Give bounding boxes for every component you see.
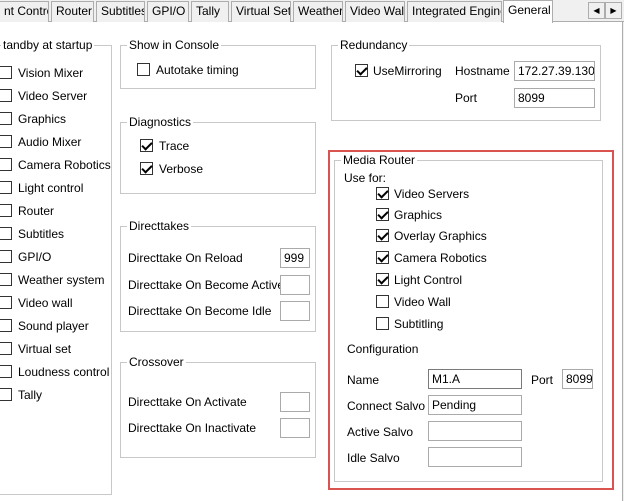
standby-virtual-set-label: Virtual set [18,342,72,356]
standby-subtitles-checkbox[interactable] [0,227,12,240]
tab-event-control[interactable]: nt Control [0,1,49,22]
tab-subtitles[interactable]: Subtitles [96,1,145,22]
standby-vision-mixer-checkbox[interactable] [0,66,12,79]
standby-video-wall-checkbox[interactable] [0,296,12,309]
tab-general[interactable]: General [503,0,553,23]
trace-checkbox[interactable] [140,139,153,152]
standby-group-title: tandby at startup [1,38,95,52]
directtakes-title: Directtakes [127,219,192,233]
tab-tally[interactable]: Tally [191,1,229,22]
standby-camera-robotics-checkbox[interactable] [0,158,12,171]
highlight-box [328,150,614,490]
directtake-on-reload-label: Directtake On Reload [128,251,243,265]
autotake-timing-checkbox[interactable] [137,63,150,76]
standby-audio-mixer-checkbox[interactable] [0,135,12,148]
standby-loudness-control-label: Loudness control [18,365,110,379]
standby-graphics-label: Graphics [18,112,67,126]
tab-router[interactable]: Router [51,1,94,22]
tab-virtual-set[interactable]: Virtual Set [231,1,291,22]
standby-tally-label: Tally [18,388,43,402]
directtake-on-activate-input[interactable] [280,392,310,412]
directtake-on-inactivate-label: Directtake On Inactivate [128,421,257,435]
standby-light-control-checkbox[interactable] [0,181,12,194]
use-mirroring-checkbox[interactable] [355,64,368,77]
standby-sound-player-label: Sound player [18,319,89,333]
standby-vision-mixer-label: Vision Mixer [18,66,84,80]
redundancy-group: Redundancy [331,38,601,121]
tab-scroll-right-button[interactable]: ▶ [605,2,622,19]
standby-virtual-set-checkbox[interactable] [0,342,12,355]
standby-weather-system-label: Weather system [18,273,105,287]
directtake-on-reload-input[interactable]: 999 [280,248,310,268]
standby-router-checkbox[interactable] [0,204,12,217]
standby-gpi-o-label: GPI/O [18,250,52,264]
trace-label: Trace [159,139,190,153]
hostname-label: Hostname [455,64,510,78]
crossover-title: Crossover [127,355,186,369]
verbose-checkbox[interactable] [140,162,153,175]
tab-integrated-engine[interactable]: Integrated Engine [407,1,502,22]
diagnostics-title: Diagnostics [127,115,194,129]
standby-subtitles-label: Subtitles [18,227,65,241]
redundancy-port-input[interactable]: 8099 [514,88,595,108]
redundancy-port-label: Port [455,91,478,105]
standby-video-wall-label: Video wall [18,296,73,310]
standby-gpi-o-checkbox[interactable] [0,250,12,263]
tab-weather[interactable]: Weather [293,1,343,22]
standby-video-server-checkbox[interactable] [0,89,12,102]
standby-router-label: Router [18,204,55,218]
arrow-right-icon: ▶ [610,6,617,15]
diagnostics-group: Diagnostics [120,115,316,194]
standby-tally-checkbox[interactable] [0,388,12,401]
directtake-on-inactivate-input[interactable] [280,418,310,438]
tab-scroll-left-button[interactable]: ◀ [588,2,605,19]
standby-graphics-checkbox[interactable] [0,112,12,125]
standby-video-server-label: Video Server [18,89,88,103]
use-mirroring-label: UseMirroring [373,64,442,78]
directtake-on-become-idle-input[interactable] [280,301,310,321]
tab-gpio[interactable]: GPI/O [147,1,189,22]
standby-audio-mixer-label: Audio Mixer [18,135,82,149]
verbose-label: Verbose [159,162,204,176]
standby-camera-robotics-label: Camera Robotics [18,158,111,172]
show-in-console-title: Show in Console [127,38,222,52]
standby-weather-system-checkbox[interactable] [0,273,12,286]
directtake-on-become-active-input[interactable] [280,275,310,295]
redundancy-title: Redundancy [338,38,410,52]
autotake-timing-label: Autotake timing [156,63,239,77]
arrow-left-icon: ◀ [593,6,600,15]
tab-strip: nt Control Router Subtitles GPI/O Tally … [0,0,624,23]
directtake-on-become-active-label: Directtake On Become Active [128,278,285,292]
tab-video-wall[interactable]: Video Wall [345,1,405,22]
standby-sound-player-checkbox[interactable] [0,319,12,332]
standby-loudness-control-checkbox[interactable] [0,365,12,378]
standby-light-control-label: Light control [18,181,84,195]
directtake-on-become-idle-label: Directtake On Become Idle [128,304,272,318]
directtake-on-activate-label: Directtake On Activate [128,395,247,409]
hostname-input[interactable]: 172.27.39.130 [514,61,595,81]
